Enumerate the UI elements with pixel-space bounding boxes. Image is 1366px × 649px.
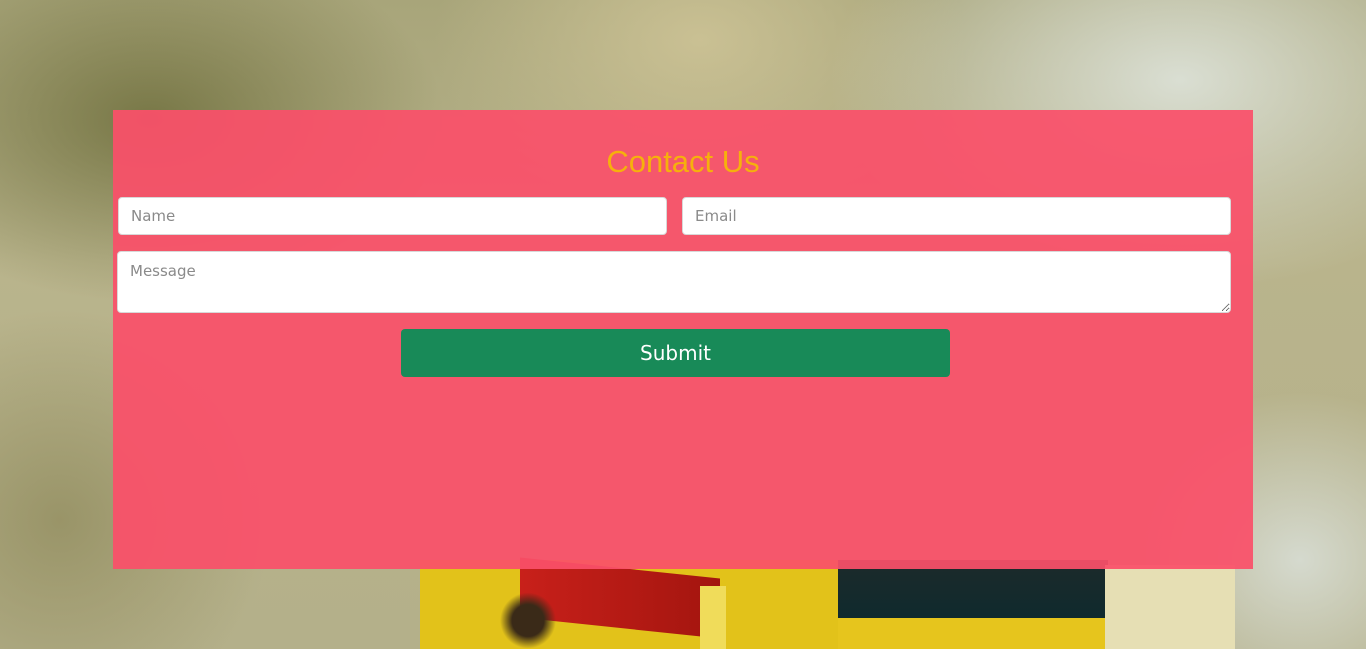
email-input[interactable] bbox=[682, 197, 1231, 235]
message-textarea[interactable] bbox=[117, 251, 1231, 313]
submit-button[interactable]: Submit bbox=[401, 329, 950, 377]
background-flag-light bbox=[1105, 565, 1235, 649]
background-flag-dark-bottom bbox=[838, 618, 1108, 649]
background-flag-dark bbox=[838, 560, 1108, 620]
name-input[interactable] bbox=[118, 197, 667, 235]
page-title: Contact Us bbox=[606, 144, 760, 179]
background-flag-pole bbox=[700, 586, 726, 649]
background-flag-emblem bbox=[500, 592, 556, 649]
